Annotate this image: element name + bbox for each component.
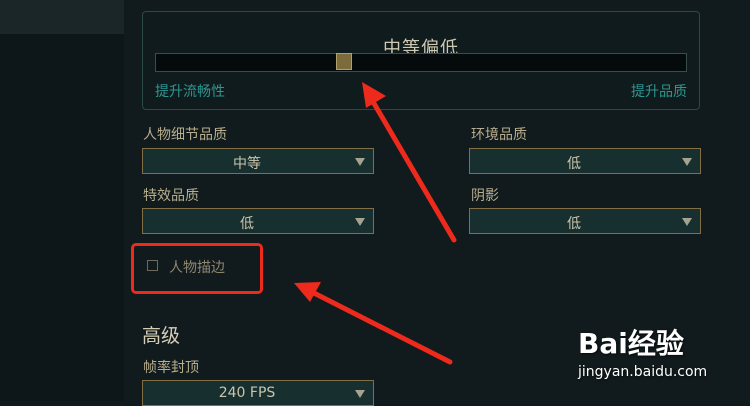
annotation-arrow-outline: [307, 288, 453, 365]
watermark-logo: Bai经验: [578, 327, 684, 360]
watermark-url: jingyan.baidu.com: [578, 364, 708, 380]
baidu-jingyan-watermark: Bai经验 jingyan.baidu.com: [578, 322, 707, 380]
annotation-arrow-slider: [369, 97, 457, 243]
